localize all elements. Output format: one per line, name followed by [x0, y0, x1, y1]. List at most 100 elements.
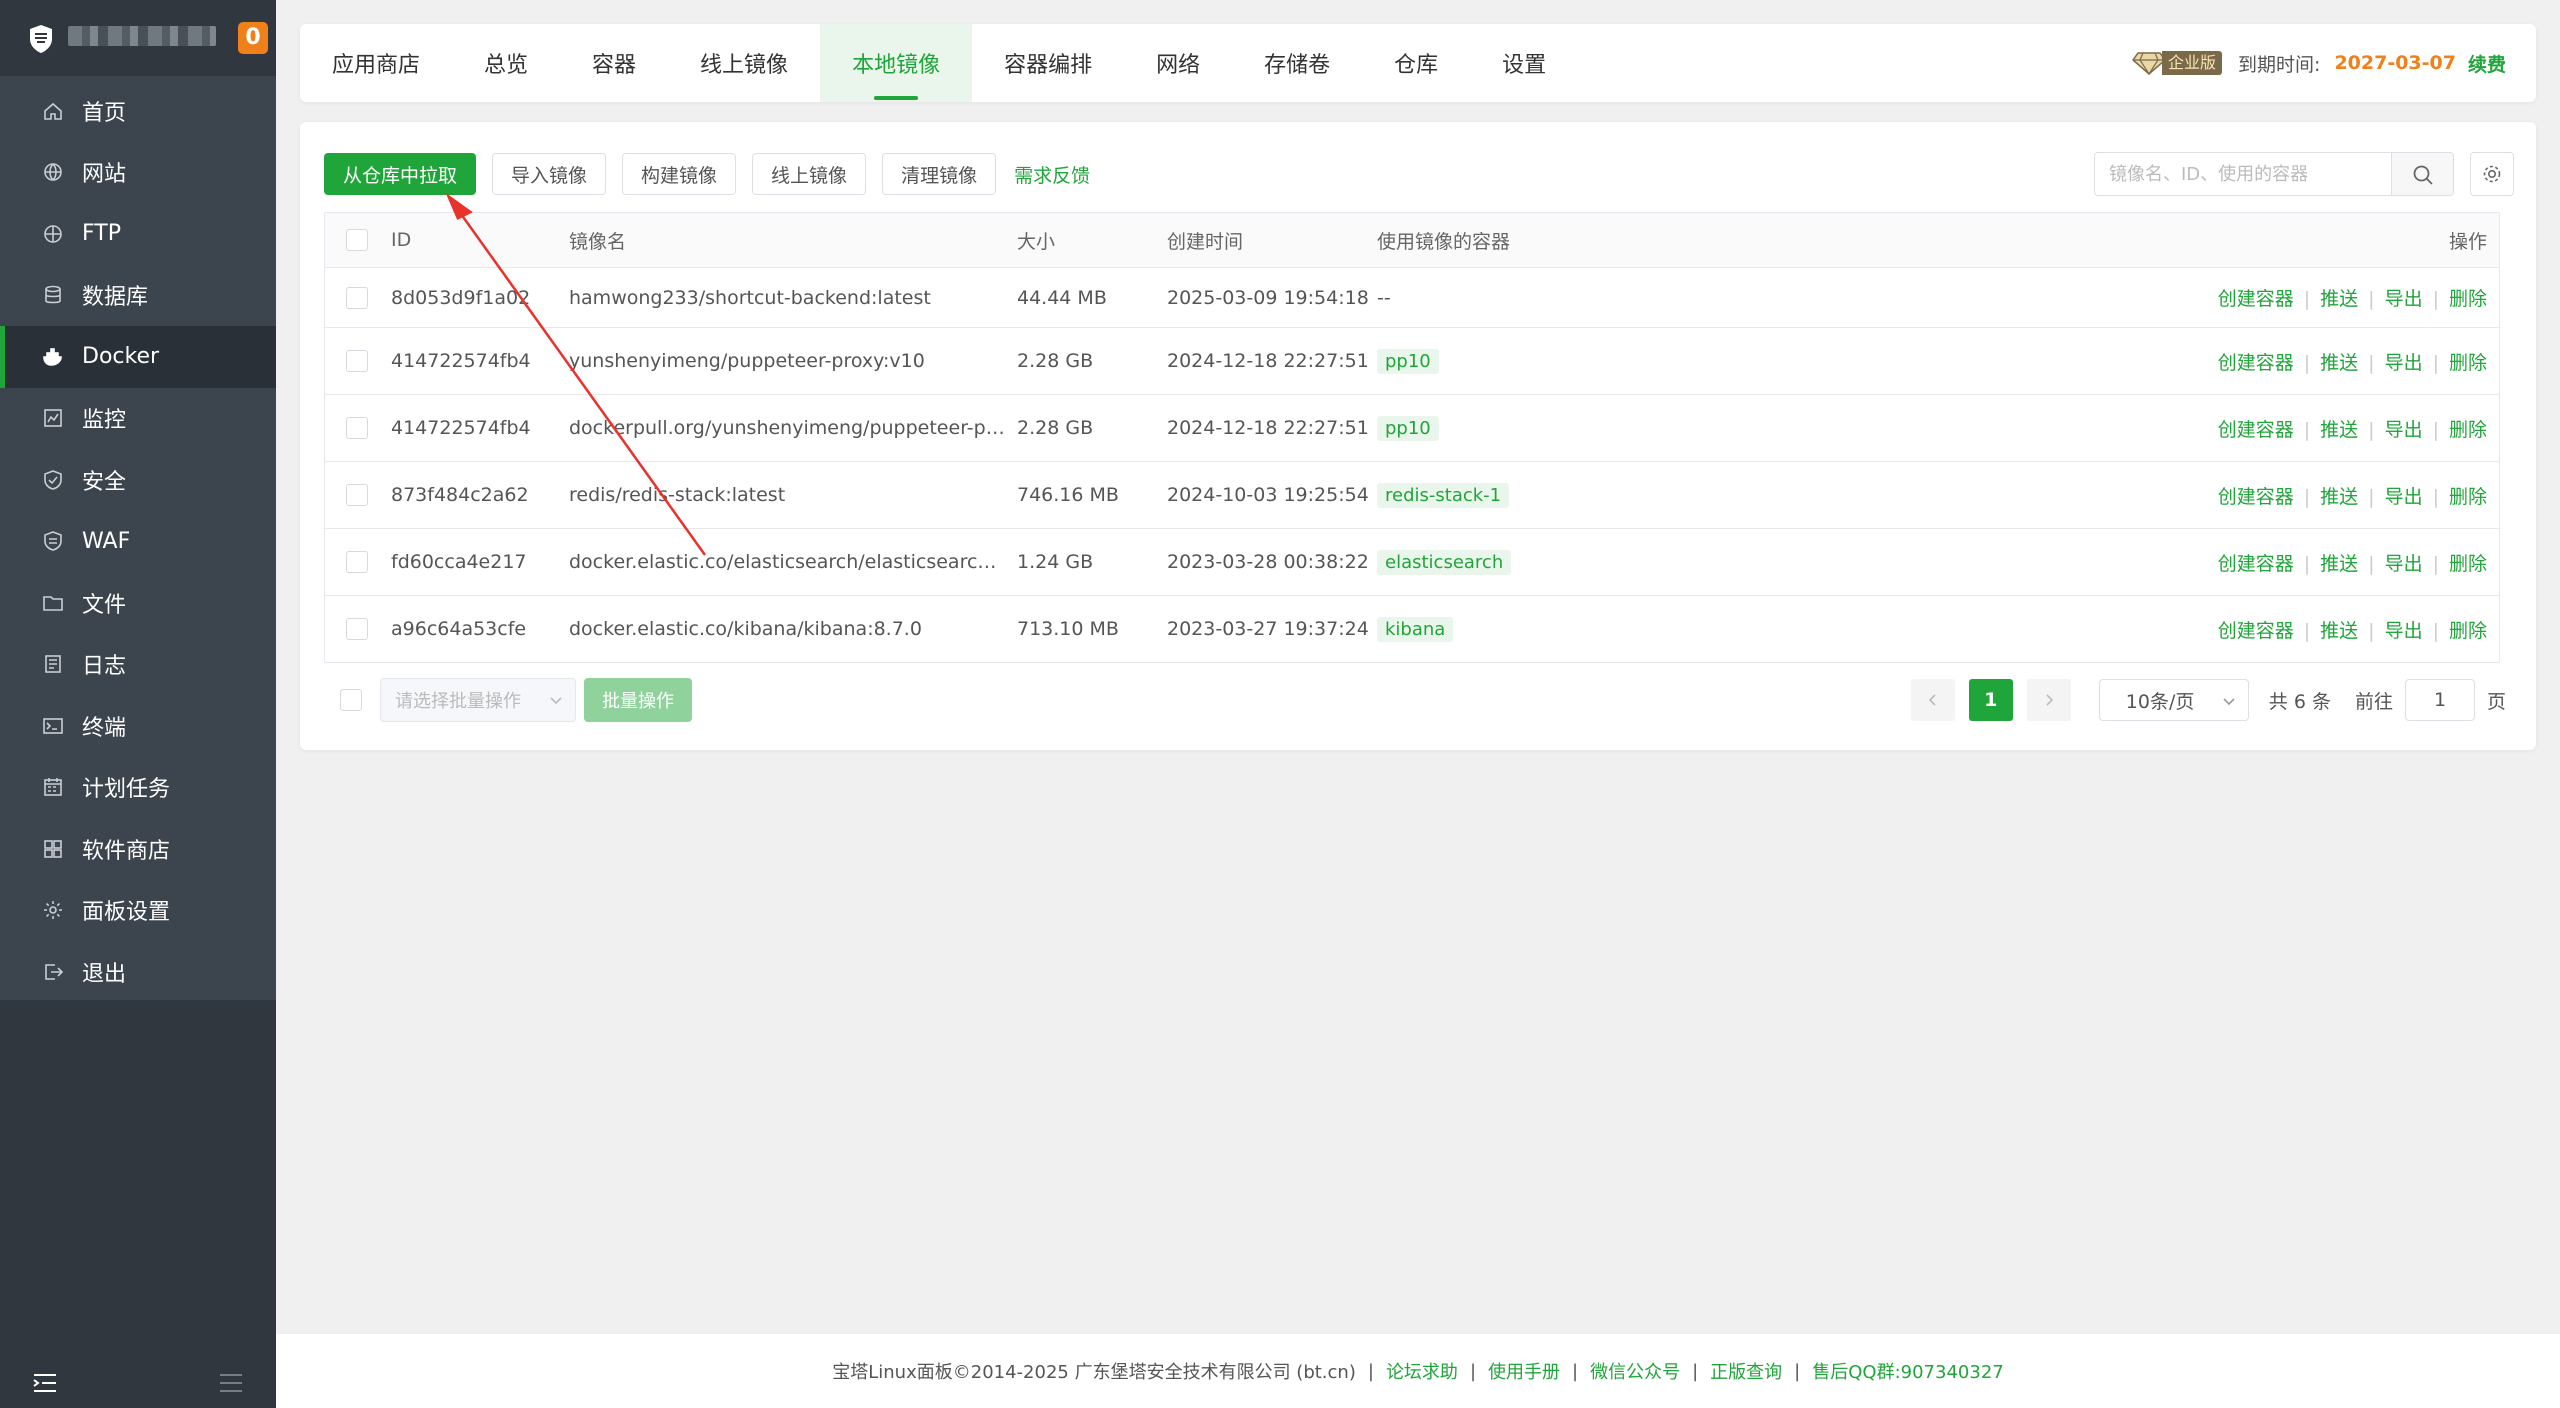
sidebar-item-label: 退出 [82, 961, 127, 987]
export-link[interactable]: 导出 [2385, 620, 2423, 642]
delete-link[interactable]: 删除 [2449, 553, 2487, 575]
push-link[interactable]: 推送 [2320, 553, 2358, 575]
row-checkbox[interactable] [346, 618, 368, 640]
sidebar-item-security[interactable]: 安全 [0, 449, 276, 511]
create-container-link[interactable]: 创建容器 [2218, 620, 2294, 642]
sidebar-item-cron[interactable]: 计划任务 [0, 757, 276, 819]
online-image-button[interactable]: 线上镜像 [752, 153, 867, 195]
sidebar-item-waf[interactable]: WAF [0, 511, 276, 573]
container-tag[interactable]: pp10 [1377, 415, 1439, 441]
delete-link[interactable]: 删除 [2449, 352, 2487, 374]
pull-from-registry-button[interactable]: 从仓库中拉取 [324, 153, 477, 195]
row-checkbox[interactable] [346, 484, 368, 506]
create-container-link[interactable]: 创建容器 [2218, 352, 2294, 374]
export-link[interactable]: 导出 [2385, 288, 2423, 310]
footer-link-forum[interactable]: 论坛求助 [1386, 1358, 1458, 1384]
renew-link[interactable]: 续费 [2468, 50, 2506, 77]
create-container-link[interactable]: 创建容器 [2218, 288, 2294, 310]
row-checkbox[interactable] [346, 350, 368, 372]
row-ops: 创建容器 | 推送 | 导出 | 删除 [2217, 351, 2487, 374]
create-container-link[interactable]: 创建容器 [2218, 486, 2294, 508]
export-link[interactable]: 导出 [2385, 553, 2423, 575]
push-link[interactable]: 推送 [2320, 620, 2358, 642]
image-size: 713.10 MB [1017, 618, 1119, 640]
per-page-select[interactable]: 10条/页 [2098, 679, 2249, 721]
container-tag[interactable]: redis-stack-1 [1377, 482, 1510, 508]
row-checkbox[interactable] [346, 417, 368, 439]
footer-link-wechat[interactable]: 微信公众号 [1590, 1358, 1680, 1384]
create-container-link[interactable]: 创建容器 [2218, 419, 2294, 441]
sidebar-item-ftp[interactable]: FTP [0, 203, 276, 265]
delete-link[interactable]: 删除 [2449, 288, 2487, 310]
pagination: 1 10条/页 共 6 条 前往 页 [1910, 678, 2506, 722]
sidebar-item-home[interactable]: 首页 [0, 80, 276, 142]
tab-containers[interactable]: 容器 [560, 24, 668, 102]
footer-link-license-check[interactable]: 正版查询 [1710, 1358, 1782, 1384]
batch-select-all-checkbox[interactable] [340, 689, 362, 711]
container-tag[interactable]: pp10 [1377, 348, 1439, 374]
create-container-link[interactable]: 创建容器 [2218, 553, 2294, 575]
sidebar-item-terminal[interactable]: 终端 [0, 695, 276, 757]
sidebar-item-software-store[interactable]: 软件商店 [0, 818, 276, 880]
sidebar-item-logout[interactable]: 退出 [0, 941, 276, 1003]
table-settings-button[interactable] [2470, 152, 2514, 196]
page-number-current[interactable]: 1 [1968, 679, 2013, 721]
sidebar-item-monitor[interactable]: 监控 [0, 388, 276, 450]
collapse-sidebar-icon[interactable] [32, 1372, 58, 1394]
sidebar-item-docker[interactable]: Docker [0, 326, 276, 388]
goto-page-input[interactable] [2404, 679, 2475, 721]
row-checkbox[interactable] [346, 286, 368, 309]
export-link[interactable]: 导出 [2385, 419, 2423, 441]
build-image-button[interactable]: 构建镜像 [622, 153, 737, 195]
server-hostname[interactable] [68, 26, 216, 46]
image-name: dockerpull.org/yunshenyimeng/puppeteer-p… [569, 417, 1017, 439]
tab-settings[interactable]: 设置 [1470, 24, 1578, 102]
footer-link-manual[interactable]: 使用手册 [1488, 1358, 1560, 1384]
export-link[interactable]: 导出 [2385, 352, 2423, 374]
clean-images-button[interactable]: 清理镜像 [882, 153, 997, 195]
push-link[interactable]: 推送 [2320, 486, 2358, 508]
sidebar-item-website[interactable]: 网站 [0, 142, 276, 204]
tab-volumes[interactable]: 存储卷 [1232, 24, 1362, 102]
tab-registry[interactable]: 仓库 [1362, 24, 1470, 102]
sidebar-item-files[interactable]: 文件 [0, 572, 276, 634]
batch-operation-select[interactable]: 请选择批量操作 [380, 678, 576, 722]
feedback-link[interactable]: 需求反馈 [1014, 161, 1090, 188]
sidebar-item-logs[interactable]: 日志 [0, 634, 276, 696]
sidebar-item-database[interactable]: 数据库 [0, 265, 276, 327]
next-page-button[interactable] [2026, 679, 2071, 721]
search-button[interactable] [2391, 153, 2453, 195]
row-ops: 创建容器 | 推送 | 导出 | 删除 [2217, 485, 2487, 508]
enterprise-badge: 企业版 [2132, 50, 2223, 76]
container-tag[interactable]: kibana [1377, 616, 1454, 642]
image-search-input[interactable] [2095, 153, 2391, 195]
batch-bar: 请选择批量操作 批量操作 [324, 678, 692, 722]
batch-operation-button[interactable]: 批量操作 [584, 678, 692, 722]
export-link[interactable]: 导出 [2385, 486, 2423, 508]
sidebar-item-panel-settings[interactable]: 面板设置 [0, 880, 276, 942]
delete-link[interactable]: 删除 [2449, 486, 2487, 508]
docker-whale-icon [42, 346, 64, 368]
image-name: docker.elastic.co/elasticsearch/elastics… [569, 551, 1017, 573]
tab-overview[interactable]: 总览 [452, 24, 560, 102]
row-ops: 创建容器 | 推送 | 导出 | 删除 [2217, 552, 2487, 575]
tab-online-images[interactable]: 线上镜像 [668, 24, 820, 102]
push-link[interactable]: 推送 [2320, 419, 2358, 441]
container-tag[interactable]: elasticsearch [1377, 549, 1512, 575]
message-count-badge[interactable]: 0 [238, 22, 268, 54]
sidebar-item-label: 安全 [82, 469, 127, 495]
delete-link[interactable]: 删除 [2449, 419, 2487, 441]
select-all-checkbox[interactable] [346, 229, 368, 251]
push-link[interactable]: 推送 [2320, 352, 2358, 374]
tab-local-images[interactable]: 本地镜像 [820, 24, 973, 102]
row-checkbox[interactable] [346, 551, 368, 573]
prev-page-button[interactable] [1910, 679, 1955, 721]
tab-network[interactable]: 网络 [1124, 24, 1232, 102]
import-image-button[interactable]: 导入镜像 [492, 153, 607, 195]
list-icon[interactable] [218, 1372, 244, 1394]
footer-link-qq-group[interactable]: 售后QQ群:907340327 [1812, 1358, 2003, 1384]
tab-compose[interactable]: 容器编排 [972, 24, 1124, 102]
tab-app-store[interactable]: 应用商店 [300, 24, 452, 102]
delete-link[interactable]: 删除 [2449, 620, 2487, 642]
push-link[interactable]: 推送 [2320, 288, 2358, 310]
